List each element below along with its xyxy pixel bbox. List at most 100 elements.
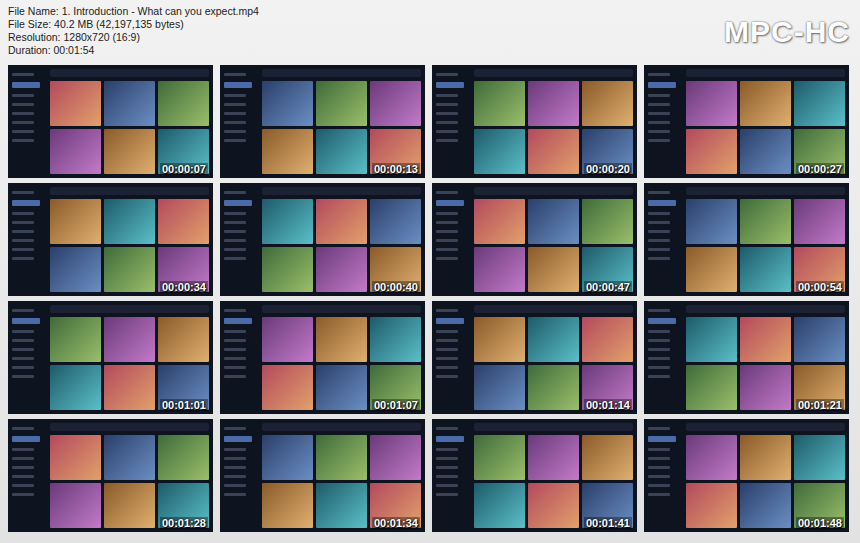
frame-nav-bar [12, 94, 34, 97]
frame-nav-bar [224, 448, 246, 451]
frame-sidebar [12, 305, 46, 410]
thumbnail[interactable]: 00:00:34 [8, 183, 213, 296]
frame-topbar [686, 423, 845, 431]
frame-nav-bar [224, 330, 246, 333]
frame-nav-bar [224, 309, 246, 312]
video-frame [220, 419, 425, 532]
frame-nav-bar [648, 230, 670, 233]
frame-sidebar [436, 423, 470, 528]
thumbnail[interactable]: 00:00:27 [644, 65, 849, 178]
frame-tile [262, 317, 313, 362]
frame-tile [262, 435, 313, 480]
frame-nav-bar [12, 457, 34, 460]
timestamp: 00:01:41 [584, 517, 632, 529]
frame-nav-bar [648, 212, 670, 215]
thumbnail[interactable]: 00:00:20 [432, 65, 637, 178]
frame-tile [158, 317, 209, 362]
frame-nav-bar [12, 484, 34, 487]
frame-nav-bar [224, 82, 252, 88]
frame-nav-bar [224, 357, 246, 360]
frame-nav-bar [648, 82, 676, 88]
thumbnail[interactable]: 00:01:28 [8, 419, 213, 532]
frame-tile [474, 199, 525, 244]
frame-nav-bar [12, 475, 34, 478]
frame-topbar [474, 69, 633, 77]
thumbnail[interactable]: 00:00:13 [220, 65, 425, 178]
thumbnail[interactable]: 00:00:07 [8, 65, 213, 178]
frame-nav-bar [436, 484, 458, 487]
frame-tile [794, 81, 845, 126]
frame-sidebar [436, 305, 470, 410]
thumbnail[interactable]: 00:01:48 [644, 419, 849, 532]
info-line: File Name: 1. Introduction - What can yo… [8, 5, 259, 18]
frame-topbar [474, 423, 633, 431]
frame-nav-bar [224, 130, 246, 133]
frame-tile [474, 317, 525, 362]
frame-tile [316, 365, 367, 410]
frame-tile [474, 483, 525, 528]
frame-tile [316, 81, 367, 126]
frame-nav-bar [436, 103, 458, 106]
frame-nav-bar [12, 257, 34, 260]
thumbnail[interactable]: 00:01:41 [432, 419, 637, 532]
frame-tile [104, 365, 155, 410]
frame-topbar [50, 69, 209, 77]
frame-nav-bar [224, 475, 246, 478]
frame-tiles [474, 81, 633, 174]
frame-main [50, 305, 209, 410]
video-frame [8, 419, 213, 532]
frame-nav-bar [224, 348, 246, 351]
frame-tile [686, 435, 737, 480]
frame-topbar [686, 305, 845, 313]
timestamp: 00:00:20 [584, 163, 632, 175]
frame-tile [50, 317, 101, 362]
frame-nav-bar [12, 73, 34, 76]
frame-tile [740, 435, 791, 480]
frame-tile [528, 129, 579, 174]
frame-tiles [262, 199, 421, 292]
frame-sidebar [648, 423, 682, 528]
frame-nav-bar [224, 339, 246, 342]
frame-tiles [262, 435, 421, 528]
video-frame [644, 65, 849, 178]
frame-tile [686, 199, 737, 244]
thumbnail[interactable]: 00:01:07 [220, 301, 425, 414]
frame-tile [50, 129, 101, 174]
frame-nav-bar [436, 318, 464, 324]
thumbnail[interactable]: 00:00:54 [644, 183, 849, 296]
frame-sidebar [436, 187, 470, 292]
thumbnail[interactable]: 00:00:47 [432, 183, 637, 296]
video-frame [432, 301, 637, 414]
frame-tile [686, 483, 737, 528]
frame-nav-bar [12, 427, 34, 430]
thumbnail[interactable]: 00:01:34 [220, 419, 425, 532]
video-frame [220, 65, 425, 178]
frame-sidebar [224, 423, 258, 528]
frame-nav-bar [224, 375, 246, 378]
frame-nav-bar [436, 112, 458, 115]
contact-sheet: File Name: 1. Introduction - What can yo… [0, 0, 860, 543]
frame-tile [474, 247, 525, 292]
frame-sidebar [648, 305, 682, 410]
frame-nav-bar [12, 103, 34, 106]
frame-topbar [262, 423, 421, 431]
frame-tile [740, 129, 791, 174]
frame-topbar [50, 187, 209, 195]
frame-nav-bar [648, 112, 670, 115]
frame-nav-bar [436, 366, 458, 369]
frame-sidebar [436, 69, 470, 174]
frame-nav-bar [12, 239, 34, 242]
frame-nav-bar [12, 212, 34, 215]
frame-nav-bar [648, 239, 670, 242]
frame-nav-bar [12, 191, 34, 194]
frame-nav-bar [12, 330, 34, 333]
frame-tile [50, 247, 101, 292]
thumbnail[interactable]: 00:01:01 [8, 301, 213, 414]
frame-nav-bar [224, 121, 246, 124]
thumbnail[interactable]: 00:01:14 [432, 301, 637, 414]
thumbnail[interactable]: 00:01:21 [644, 301, 849, 414]
frame-nav-bar [648, 457, 670, 460]
thumbnail[interactable]: 00:00:40 [220, 183, 425, 296]
frame-main [50, 69, 209, 174]
frame-nav-bar [224, 457, 246, 460]
